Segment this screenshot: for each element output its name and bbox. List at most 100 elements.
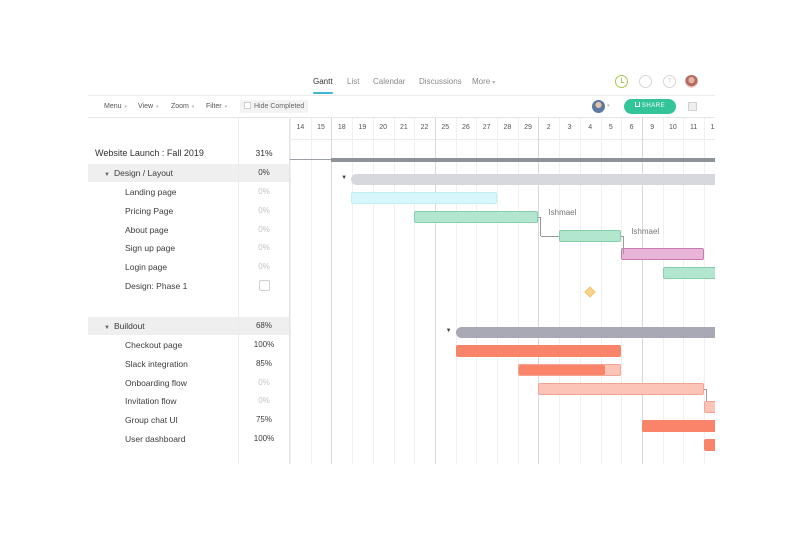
group-progress: 0%: [258, 168, 270, 177]
view-dropdown[interactable]: View ▾: [138, 103, 159, 110]
task-row[interactable]: User dashboard 100%: [88, 430, 290, 448]
chevron-down-icon: ▾: [156, 104, 159, 110]
task-bar[interactable]: [641, 420, 715, 432]
date-label: 19: [358, 124, 367, 131]
chevron-down-icon: ▾: [191, 104, 195, 110]
task-progress: 100%: [253, 340, 275, 349]
task-name: Checkout page: [125, 340, 183, 350]
task-bar[interactable]: [351, 192, 497, 204]
checkbox-icon[interactable]: [244, 102, 251, 109]
collapse-icon[interactable]: ▼: [104, 325, 110, 331]
chevron-down-icon: ▾: [492, 80, 496, 86]
task-bar[interactable]: [517, 364, 622, 376]
gridline: [331, 118, 333, 464]
collapse-icon[interactable]: ▼: [104, 172, 110, 178]
gridline: [579, 118, 581, 464]
progress-fill: [455, 345, 622, 357]
task-name: About page: [125, 225, 169, 235]
task-bar[interactable]: [559, 230, 622, 242]
task-progress: 85%: [255, 359, 272, 368]
tab-more[interactable]: More ▾: [472, 77, 495, 86]
task-row[interactable]: Group chat UI 75%: [88, 411, 290, 429]
clock-icon[interactable]: [615, 75, 628, 88]
task-name: Landing page: [125, 187, 177, 197]
task-bar[interactable]: [704, 401, 715, 413]
group-name-wrap: ▼ Buildout: [104, 321, 145, 331]
zoom-dropdown[interactable]: Zoom ▾: [171, 103, 194, 110]
gridline: [517, 118, 519, 464]
chevron-down-icon: ▾: [224, 104, 228, 110]
task-name: Sign up page: [125, 243, 176, 253]
collapse-icon[interactable]: ▼: [446, 328, 452, 334]
task-row[interactable]: Checkout page 100%: [88, 336, 290, 354]
date-label: 12: [710, 124, 715, 131]
avatar[interactable]: [685, 75, 698, 88]
gridline: [393, 118, 395, 464]
view-label: View: [138, 103, 154, 110]
milestone-checkbox[interactable]: [259, 280, 270, 291]
tab-list[interactable]: List: [347, 77, 359, 86]
task-bar[interactable]: [414, 211, 539, 223]
gridline: [683, 118, 685, 464]
task-row[interactable]: Login page 0%: [88, 258, 290, 276]
task-row[interactable]: Slack integration 85%: [88, 355, 290, 373]
help-icon[interactable]: ?: [663, 75, 676, 88]
group-row[interactable]: ▼ Design / Layout 0%: [88, 164, 290, 182]
gridline: [310, 118, 312, 464]
task-bar[interactable]: [621, 248, 704, 260]
menu-label: Menu: [104, 103, 122, 110]
top-nav: Gantt List Calendar Discussions More ▾ ?: [88, 68, 715, 96]
dependency-line: [541, 236, 560, 237]
task-progress: 0%: [258, 396, 270, 405]
chevron-down-icon[interactable]: ▾: [607, 103, 610, 109]
copy-icon[interactable]: [688, 102, 697, 111]
column-divider[interactable]: [238, 118, 239, 464]
task-bar[interactable]: [704, 439, 715, 451]
gridline: [372, 118, 374, 464]
task-progress: 100%: [253, 434, 275, 443]
date-label: 3: [567, 124, 572, 131]
task-row[interactable]: Sign up page 0%: [88, 239, 290, 257]
milestone-diamond[interactable]: [584, 286, 596, 298]
group-name: Design / Layout: [113, 168, 174, 178]
date-label: 27: [482, 124, 491, 131]
hide-completed-toggle[interactable]: Hide Completed: [240, 100, 309, 113]
task-row[interactable]: Onboarding flow 0%: [88, 374, 290, 392]
gridline: [497, 118, 498, 464]
task-progress: 0%: [258, 243, 270, 252]
task-row[interactable]: Landing page 0%: [88, 183, 290, 201]
date-label: 10: [669, 124, 677, 131]
date-label: 5: [608, 124, 613, 131]
task-row[interactable]: Design: Phase 1: [88, 277, 290, 295]
task-row[interactable]: Invitation flow 0%: [88, 392, 290, 410]
toolbar: Menu ▾ View ▾ Zoom ▾ Filter ▾ Hide Completed…: [88, 96, 715, 118]
task-progress: 75%: [255, 415, 272, 424]
collapse-icon[interactable]: ▼: [341, 175, 347, 181]
filter-dropdown[interactable]: Filter ▾: [206, 103, 227, 110]
task-bar[interactable]: [662, 267, 715, 279]
task-bar[interactable]: [455, 345, 622, 357]
tab-calendar[interactable]: Calendar: [373, 77, 405, 86]
tab-gantt[interactable]: Gantt: [313, 77, 333, 94]
task-name: Login page: [125, 262, 168, 272]
progress-fill: [704, 439, 715, 451]
group-bar[interactable]: [351, 174, 715, 185]
task-row[interactable]: About page 0%: [88, 221, 290, 239]
project-progress: 31%: [255, 148, 273, 158]
task-bar[interactable]: [538, 383, 704, 395]
group-row[interactable]: ▼ Buildout 68%: [88, 317, 290, 335]
task-progress: 0%: [258, 206, 270, 215]
date-label: 9: [650, 124, 655, 131]
gridline: [352, 118, 354, 464]
project-row[interactable]: Website Launch : Fall 2019 31%: [88, 144, 290, 162]
share-button[interactable]: SHARE: [624, 99, 676, 114]
group-bar[interactable]: [455, 327, 715, 338]
search-icon[interactable]: [639, 75, 652, 88]
gridline: [476, 118, 478, 464]
progress-fill: [518, 365, 605, 375]
menu-dropdown[interactable]: Menu ▾: [104, 103, 127, 110]
project-bar[interactable]: [331, 158, 715, 162]
user-avatar[interactable]: [592, 100, 605, 113]
tab-discussions[interactable]: Discussions: [419, 77, 462, 86]
task-row[interactable]: Pricing Page 0%: [88, 202, 290, 220]
